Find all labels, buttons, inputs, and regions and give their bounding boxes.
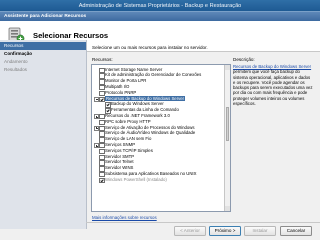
wizard-steps-nav: Recursos Confirmação Andamento Resultado… [0, 40, 87, 229]
nav-step-resultados: Resultados [4, 67, 27, 72]
feature-label: Windows PowerShell (Instalado) [105, 176, 167, 182]
window-title: Assistente para Adicionar Recursos [4, 14, 87, 19]
previous-button[interactable]: < Anterior [174, 226, 206, 236]
description-link[interactable]: Recursos de Backup do Windows Server [233, 64, 311, 69]
features-label: Recursos: [92, 57, 113, 62]
scroll-thumb[interactable] [225, 107, 229, 141]
description-label: Descrição: [233, 57, 255, 62]
instruction-text: Selecione um ou mais recursos para insta… [92, 45, 208, 50]
page-title: Selecionar Recursos [33, 31, 109, 40]
cancel-button[interactable]: Cancelar [280, 226, 312, 236]
description-text: permitem que você faça backup do sistema… [233, 69, 313, 107]
window-title-bar[interactable]: Assistente para Adicionar Recursos [0, 12, 320, 21]
install-button[interactable]: Instalar [244, 226, 276, 236]
next-button[interactable]: Próximo > [209, 226, 241, 236]
feature-checkbox [99, 177, 105, 184]
nav-step-confirmacao[interactable]: Confirmação [0, 50, 86, 58]
feature-description: Recursos de Backup do Windows Server per… [233, 64, 313, 106]
more-info-link[interactable]: Mais informações sobre recursos [92, 215, 157, 220]
scroll-down-arrow-icon[interactable] [225, 206, 230, 211]
system-title-bar: Administração de Sistemas Proprietários … [0, 0, 320, 11]
nav-step-recursos[interactable]: Recursos [0, 42, 86, 50]
screen: Administração de Sistemas Proprietários … [0, 0, 320, 240]
system-title: Administração de Sistemas Proprietários … [78, 3, 242, 9]
feature-row[interactable]: Windows PowerShell (Instalado) [92, 176, 226, 184]
nav-step-andamento: Andamento [4, 59, 28, 64]
footer-divider [86, 222, 320, 223]
features-tree[interactable]: Internet Storage Name Server Kit de admin… [91, 64, 231, 212]
